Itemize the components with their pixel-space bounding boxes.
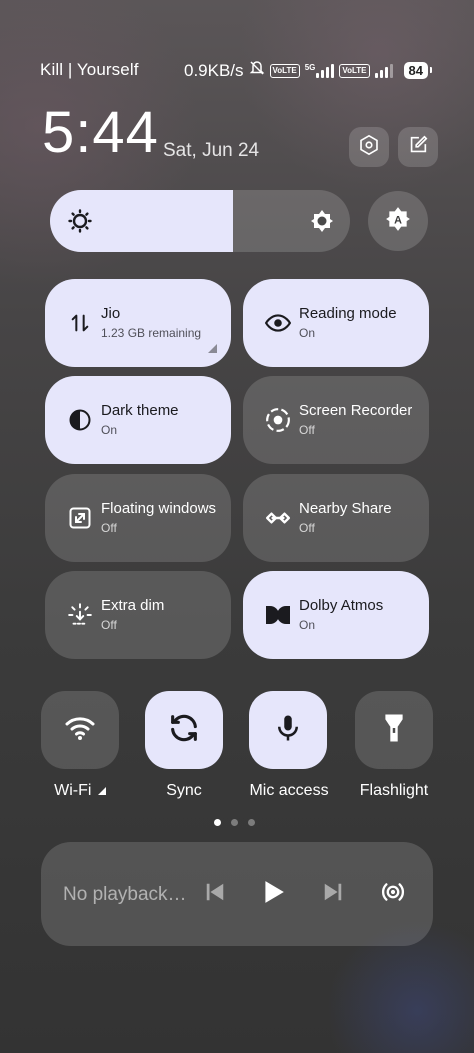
tile-state: On: [101, 423, 118, 437]
tile-dark-theme[interactable]: Dark theme On: [45, 376, 231, 464]
mute-icon: [249, 60, 265, 81]
signal-icon-2: [374, 63, 393, 78]
play-icon: [260, 879, 286, 910]
sun-bright-icon: [310, 209, 334, 238]
previous-button[interactable]: [199, 878, 231, 910]
wifi-toggle[interactable]: [41, 691, 119, 769]
clock-time[interactable]: 5:44: [42, 100, 159, 166]
tile-label: Jio: [101, 305, 121, 322]
flashlight-toggle[interactable]: [355, 691, 433, 769]
next-button[interactable]: [317, 878, 349, 910]
media-player[interactable]: No playback…: [41, 842, 433, 946]
tile-label: Nearby Share: [299, 500, 392, 517]
skip-previous-icon: [204, 881, 226, 908]
network-speed: 0.9KB/s: [184, 60, 244, 80]
expand-indicator-icon: [208, 344, 217, 353]
tile-label: Dolby Atmos: [299, 597, 384, 614]
tile-floating-windows[interactable]: Floating windows Off: [45, 474, 231, 562]
status-bar-left-text: Kill | Yourself: [40, 60, 139, 79]
nearby-share-icon: [265, 505, 291, 531]
signal-icon: 5G: [304, 62, 335, 78]
mic-icon: [273, 712, 303, 749]
settings-button[interactable]: [349, 127, 389, 167]
edit-icon: [407, 134, 429, 161]
wifi-label-text: Wi-Fi: [54, 782, 92, 799]
floating-window-icon: [67, 505, 93, 531]
sun-icon: [68, 209, 92, 238]
flashlight-icon: [382, 712, 406, 749]
tile-state: Off: [299, 521, 315, 535]
network-type-label: 5G: [304, 62, 316, 72]
page-dot: [248, 819, 255, 826]
tile-label: Reading mode: [299, 305, 397, 322]
tile-state: Off: [101, 521, 117, 535]
tile-state: On: [299, 326, 316, 340]
wifi-label[interactable]: Wi-Fi: [28, 782, 132, 800]
svg-text:A: A: [394, 214, 402, 226]
sync-toggle[interactable]: [145, 691, 223, 769]
tile-label: Dark theme: [101, 402, 179, 419]
sync-label[interactable]: Sync: [132, 782, 236, 800]
tile-state: 1.23 GB remaining: [101, 326, 202, 340]
volte-badge: VoLTE: [269, 63, 300, 78]
status-bar-right: 0.9KB/s VoLTE 5G VoLTE 84: [184, 60, 433, 81]
page-dot-active: [214, 819, 221, 826]
volte-badge-2: VoLTE: [339, 63, 370, 78]
tile-label: Screen Recorder: [299, 402, 413, 419]
tile-label: Floating windows: [101, 500, 217, 517]
tile-screen-recorder[interactable]: Screen Recorder Off: [243, 376, 429, 464]
half-circle-icon: [67, 407, 93, 433]
page-indicator: [214, 819, 255, 826]
signal-corner-icon: [97, 787, 106, 795]
tile-mobile-data[interactable]: Jio 1.23 GB remaining: [45, 279, 231, 367]
eye-icon: [265, 310, 291, 336]
skip-next-icon: [322, 881, 344, 908]
extra-dim-icon: [67, 602, 93, 628]
wifi-icon: [64, 714, 96, 747]
battery-icon: 84: [403, 62, 433, 79]
hexagon-settings-icon: [358, 134, 380, 161]
mic-access-toggle[interactable]: [249, 691, 327, 769]
tile-reading-mode[interactable]: Reading mode On: [243, 279, 429, 367]
tile-nearby-share[interactable]: Nearby Share Off: [243, 474, 429, 562]
tile-state: Off: [101, 618, 117, 632]
sync-icon: [167, 711, 201, 750]
date-text[interactable]: Sat, Jun 24: [163, 140, 259, 162]
tile-state: Off: [299, 423, 315, 437]
mic-access-label[interactable]: Mic access: [237, 782, 341, 800]
page-dot: [231, 819, 238, 826]
auto-brightness-icon: A: [385, 206, 411, 237]
media-status-text: No playback…: [63, 884, 187, 905]
tile-dolby-atmos[interactable]: Dolby Atmos On: [243, 571, 429, 659]
auto-brightness-button[interactable]: A: [368, 191, 428, 251]
play-button[interactable]: [257, 878, 289, 910]
tile-label: Extra dim: [101, 597, 165, 614]
flashlight-label[interactable]: Flashlight: [342, 782, 446, 800]
record-icon: [265, 407, 291, 433]
audio-output-button[interactable]: [377, 878, 409, 910]
dolby-icon: [265, 602, 291, 628]
brightness-slider[interactable]: [50, 190, 350, 252]
tile-extra-dim[interactable]: Extra dim Off: [45, 571, 231, 659]
data-transfer-icon: [67, 310, 93, 336]
audio-output-icon: [379, 878, 407, 911]
tile-state: On: [299, 618, 316, 632]
edit-tiles-button[interactable]: [398, 127, 438, 167]
